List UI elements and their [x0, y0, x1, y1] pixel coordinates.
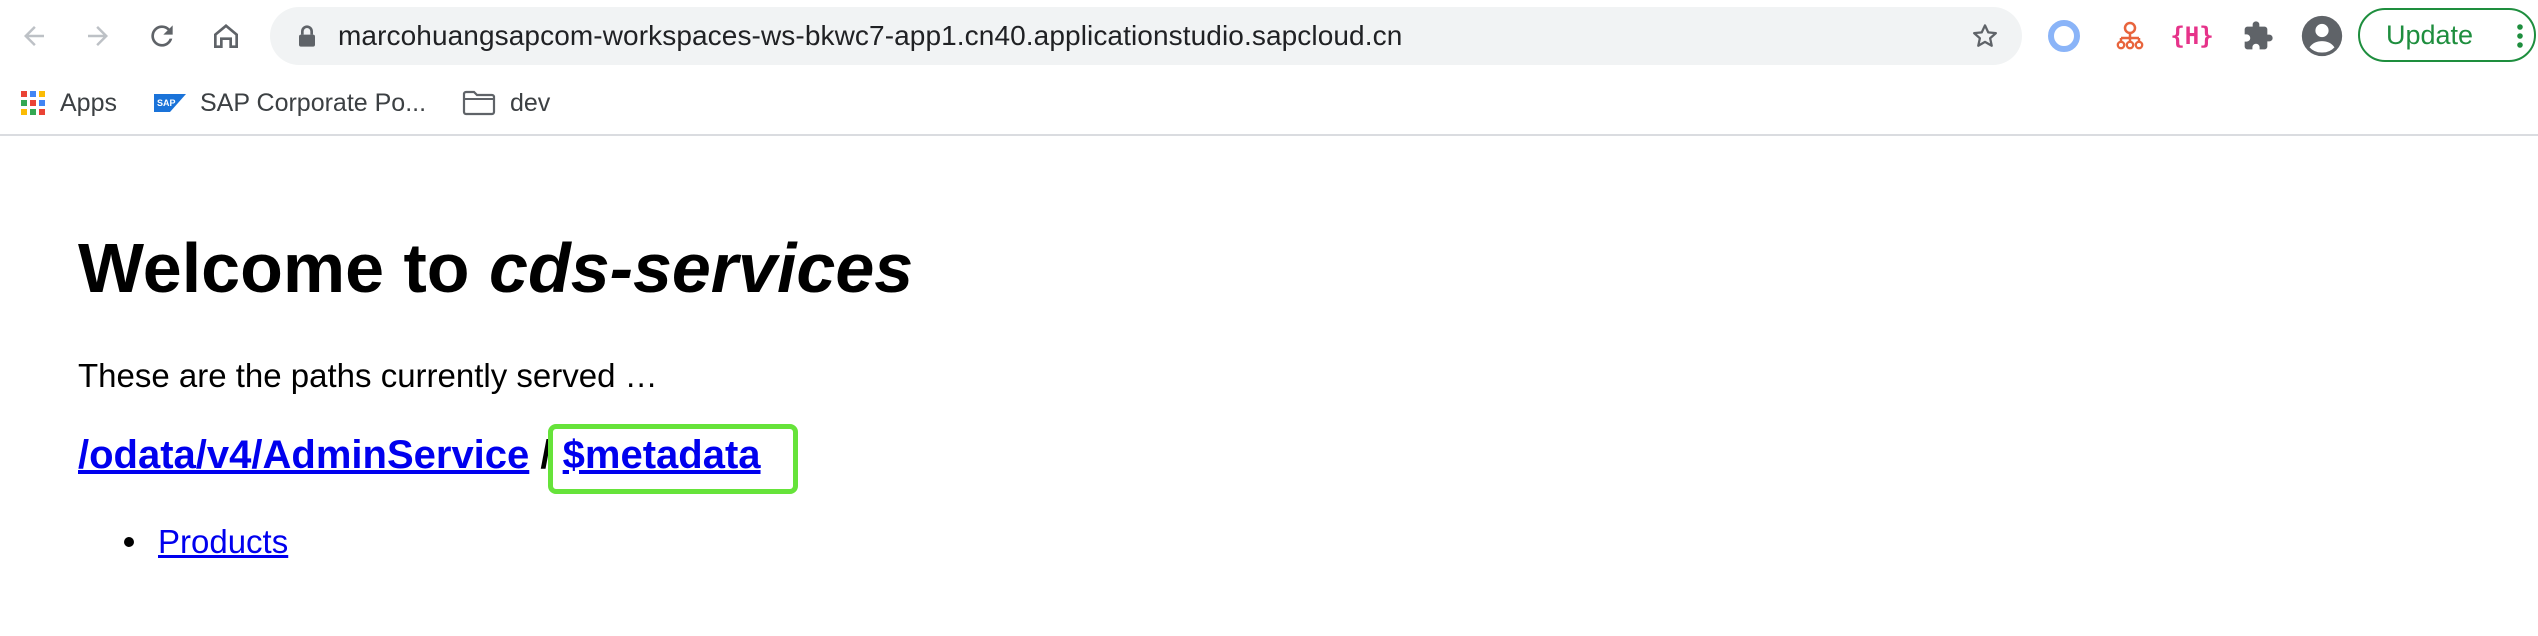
title-app-name: cds-services — [489, 229, 914, 307]
entity-list: Products — [78, 520, 288, 564]
back-button[interactable] — [8, 10, 60, 62]
profile-button[interactable] — [2298, 12, 2346, 60]
home-button[interactable] — [200, 10, 252, 62]
sitemap-extension-button[interactable] — [2106, 12, 2154, 60]
browser-toolbar: marcohuangsapcom-workspaces-ws-bkwc7-app… — [0, 0, 2538, 72]
svg-text:SAP: SAP — [157, 98, 176, 108]
metadata-highlight-box — [548, 424, 798, 494]
lock-icon[interactable] — [296, 24, 318, 53]
reload-icon — [151, 25, 173, 47]
bookmark-dev-folder[interactable]: dev — [462, 72, 550, 134]
h-extension-icon: {H} — [2170, 22, 2214, 50]
puzzle-icon — [2244, 21, 2273, 50]
page-title: Welcome to cds-services — [78, 226, 913, 310]
apps-grid-icon — [21, 91, 45, 115]
update-button[interactable]: Update — [2358, 8, 2536, 62]
account-icon — [2301, 15, 2343, 57]
arrow-left-icon — [24, 26, 44, 46]
paths-intro-text: These are the paths currently served … — [78, 357, 658, 394]
update-label: Update — [2386, 20, 2474, 50]
address-bar[interactable]: marcohuangsapcom-workspaces-ws-bkwc7-app… — [270, 7, 2022, 65]
vertical-dots-icon — [2516, 23, 2524, 54]
h-extension-button[interactable]: {H} — [2168, 12, 2216, 60]
bookmark-label: Apps — [60, 88, 117, 117]
star-icon[interactable] — [1970, 21, 2000, 56]
page-content: Welcome to cds-services These are the pa… — [0, 136, 2538, 636]
home-icon — [214, 24, 238, 48]
circle-extension-icon — [2048, 20, 2080, 52]
entity-link-products[interactable]: Products — [158, 523, 288, 560]
bookmark-apps[interactable]: Apps — [20, 72, 117, 134]
bookmarks-bar: Apps SAP SAP Corporate Po... dev — [0, 72, 2538, 136]
arrow-right-icon — [88, 26, 108, 46]
sitemap-extension-icon — [2116, 21, 2144, 50]
folder-icon — [462, 90, 496, 116]
service-path-link[interactable]: /odata/v4/AdminService — [78, 433, 529, 477]
url-text[interactable]: marcohuangsapcom-workspaces-ws-bkwc7-app… — [338, 7, 1402, 65]
extensions-button[interactable] — [2234, 12, 2282, 60]
sap-logo-icon: SAP — [154, 94, 186, 112]
circle-extension-button[interactable] — [2040, 12, 2088, 60]
forward-button[interactable] — [72, 10, 124, 62]
bookmark-sap-corporate[interactable]: SAP SAP Corporate Po... — [154, 72, 426, 134]
reload-button[interactable] — [136, 10, 188, 62]
title-prefix: Welcome to — [78, 229, 490, 307]
list-item: Products — [78, 520, 288, 564]
bullet — [124, 537, 134, 547]
bookmark-label: dev — [510, 88, 551, 117]
bookmark-label: SAP Corporate Po... — [200, 88, 427, 117]
